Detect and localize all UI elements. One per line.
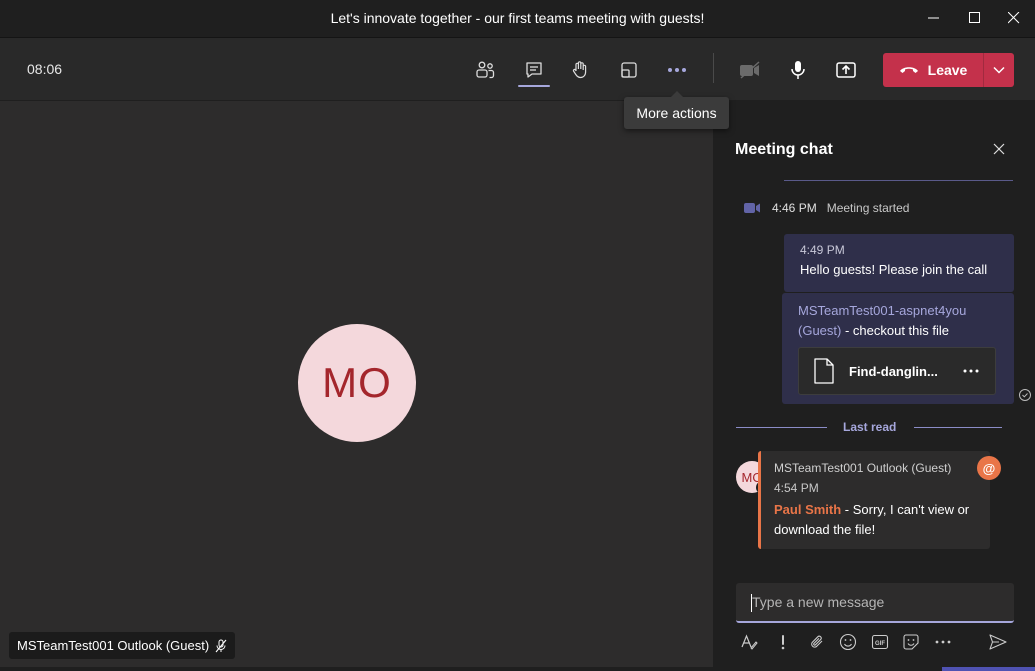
close-icon [993,143,1005,155]
send-button[interactable] [987,631,1009,653]
compose-input[interactable] [736,583,1014,621]
chat-title: Meeting chat [735,141,833,158]
sticker-icon [903,634,919,650]
maximize-icon [969,12,980,23]
stage-bottom-edge [0,667,713,671]
participant-name-tag: MSTeamTest001 Outlook (Guest) [9,632,236,659]
attach-button[interactable] [806,631,828,653]
camera-off-icon [740,61,760,79]
close-chat-button[interactable] [989,139,1009,159]
share-tray-icon [621,62,637,78]
system-message-text: Meeting started [826,201,910,215]
messaging-extensions-button[interactable] [932,631,954,653]
minimize-icon [928,17,939,19]
hang-up-icon [899,67,918,73]
close-window-button[interactable] [1000,6,1028,30]
mention-badge: @ [977,456,1001,480]
meeting-toolbar: 08:06 Leave [0,37,1035,100]
message-content: MSTeamTest001-aspnet4you (Guest) - check… [798,301,998,341]
file-icon [814,358,834,384]
sender-name: MSTeamTest001 Outlook (Guest) [774,461,952,475]
leave-options-dropdown[interactable] [984,53,1014,87]
more-icon [963,369,979,373]
people-icon [476,61,495,79]
microphone-toggle-button[interactable] [783,55,813,85]
incoming-message-time: 4:54 PM [774,481,819,495]
message-text: - checkout this file [841,323,949,338]
my-message-with-file[interactable]: MSTeamTest001-aspnet4you (Guest) - check… [782,293,1014,404]
user-mention[interactable]: Paul Smith [774,502,841,517]
share-tray-button[interactable] [614,55,644,85]
compose-toolbar: GIF [736,631,1014,655]
more-actions-button[interactable] [662,55,692,85]
close-icon [1008,12,1020,24]
minimize-button[interactable] [920,6,948,30]
meeting-started-icon [744,203,760,213]
chevron-down-icon [993,66,1005,74]
meeting-chat-panel: Meeting chat 4:46 PM Meeting started 4:4… [714,101,1035,671]
important-icon [781,635,785,650]
share-screen-button[interactable] [831,55,861,85]
emoji-button[interactable] [837,631,859,653]
panel-bottom-accent [942,667,1035,671]
participant-name: MSTeamTest001 Outlook (Guest) [17,638,210,653]
microphone-icon [791,61,805,79]
paperclip-icon [811,635,823,648]
last-read-divider: Last read [736,420,1002,436]
system-message-time: 4:46 PM [772,201,817,215]
more-actions-tooltip: More actions [624,91,729,129]
last-read-line-right [914,427,1002,428]
emoji-icon [839,633,857,651]
window-title: Let's innovate together - our first team… [330,10,705,26]
format-button[interactable] [738,631,760,653]
leave-button[interactable]: Leave [883,53,983,87]
more-actions-icon [668,68,686,72]
format-icon [741,634,758,650]
gif-icon: GIF [871,634,889,650]
active-tab-indicator [518,85,550,87]
last-read-label: Last read [843,420,897,434]
mic-muted-icon [215,639,227,652]
raise-hand-button[interactable] [565,55,595,85]
svg-text:GIF: GIF [875,641,885,647]
file-attachment[interactable]: Find-danglin... [798,347,996,395]
incoming-message[interactable]: MSTeamTest001 Outlook (Guest) 4:54 PM Pa… [758,451,990,549]
incoming-message-body: Paul Smith - Sorry, I can't view or down… [774,500,984,540]
participant-avatar: MO [298,324,416,442]
read-receipt-icon [1019,389,1031,401]
my-message-text: Hello guests! Please join the call [800,262,988,277]
set-delivery-options-button[interactable] [772,631,794,653]
toolbar-divider [713,53,714,83]
show-participants-button[interactable] [470,55,500,85]
chat-icon [526,62,542,78]
maximize-button[interactable] [961,6,989,30]
camera-toggle-button[interactable] [735,55,765,85]
chat-divider [784,180,1013,181]
sticker-button[interactable] [900,631,922,653]
show-conversation-button[interactable] [519,55,549,85]
meeting-stage: MO MSTeamTest001 Outlook (Guest) [0,101,713,671]
title-bar: Let's innovate together - our first team… [0,0,1035,36]
leave-label: Leave [927,62,968,78]
file-more-options-button[interactable] [963,369,979,373]
gif-button[interactable]: GIF [869,631,891,653]
file-name: Find-danglin... [849,363,938,379]
my-message-time: 4:49 PM [800,243,845,257]
share-screen-icon [836,62,856,78]
compose-box[interactable] [736,583,1014,623]
leave-button-group: Leave [883,53,1014,87]
meeting-timer: 08:06 [27,61,63,77]
my-message[interactable]: 4:49 PM Hello guests! Please join the ca… [784,234,1014,292]
last-read-line-left [736,427,827,428]
system-message: 4:46 PM Meeting started [742,201,909,215]
send-icon [989,634,1007,650]
more-icon [935,640,951,644]
raise-hand-icon [572,61,587,79]
text-caret [751,594,752,612]
